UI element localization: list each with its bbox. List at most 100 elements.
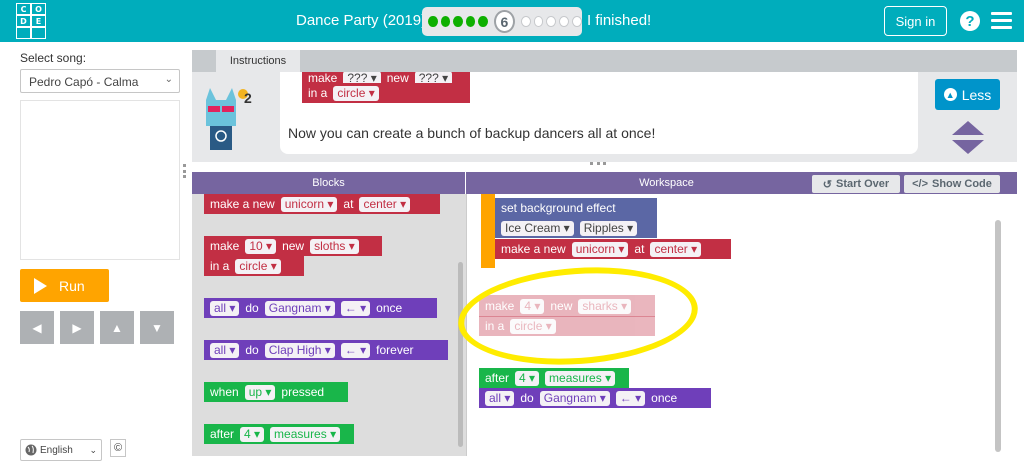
hint-count: 2 xyxy=(244,90,252,106)
help-icon[interactable]: ? xyxy=(960,11,980,31)
block-text: make a new xyxy=(210,197,275,211)
less-button[interactable]: ▲ Less xyxy=(935,79,1000,110)
level-dot-complete[interactable] xyxy=(428,16,438,27)
preview-make-block-row2: in a circle ▾ xyxy=(302,83,470,103)
block-field[interactable]: Gangnam ▾ xyxy=(264,300,335,316)
instructions-tab[interactable]: Instructions xyxy=(216,50,300,72)
block-field[interactable]: up ▾ xyxy=(244,384,276,400)
sign-in-button[interactable]: Sign in xyxy=(884,6,947,36)
palette-field[interactable]: Ice Cream ▾ xyxy=(501,220,574,236)
level-dot-complete[interactable] xyxy=(440,16,451,27)
make-count-block-row2[interactable]: in a circle ▾ xyxy=(204,256,304,276)
dance-visualization-area xyxy=(20,100,180,260)
block-text: in a xyxy=(210,259,230,273)
language-select[interactable]: English ⌄ xyxy=(20,439,102,461)
block-field[interactable]: all ▾ xyxy=(485,390,515,406)
when-pressed-block[interactable]: when up ▾ pressed xyxy=(204,382,348,402)
level-dot-incomplete[interactable] xyxy=(572,16,582,27)
right-arrow-button[interactable]: ▶ xyxy=(60,311,94,344)
all-do-once-block[interactable]: all ▾ do Gangnam ▾ ← ▾ once xyxy=(204,298,437,318)
effect-field[interactable]: Ripples ▾ xyxy=(579,220,638,236)
copyright-button[interactable]: © xyxy=(110,439,126,457)
background-effect-block[interactable]: set background effect xyxy=(495,198,657,218)
level-dot-complete[interactable] xyxy=(478,16,489,27)
block-text: do xyxy=(520,391,534,405)
level-progress: 6 xyxy=(422,7,582,36)
play-icon xyxy=(34,277,47,294)
horizontal-resize-handle[interactable] xyxy=(590,162,606,166)
block-field[interactable]: Clap High ▾ xyxy=(264,342,335,358)
block-text: in a xyxy=(308,86,328,100)
block-field[interactable]: unicorn ▾ xyxy=(571,241,629,257)
hamburger-menu-icon[interactable] xyxy=(991,12,1012,29)
workspace-after-block[interactable]: after 4 ▾ measures ▾ xyxy=(479,368,629,388)
finished-link[interactable]: I finished! xyxy=(587,12,651,29)
level-dot-complete[interactable] xyxy=(453,16,463,27)
code-icon: </> xyxy=(912,178,928,190)
up-arrow-button[interactable]: ▲ xyxy=(100,311,134,344)
block-field[interactable]: all ▾ xyxy=(210,342,240,358)
instruction-bubble: make ??? ▾ new ??? ▾ in a circle ▾ Now y… xyxy=(280,72,918,154)
run-button[interactable]: Run xyxy=(20,269,109,302)
block-field[interactable]: center ▾ xyxy=(650,241,702,257)
make-new-block[interactable]: make a new unicorn ▾ at center ▾ xyxy=(204,194,440,214)
block-field[interactable]: ← ▾ xyxy=(615,390,646,406)
level-dot-incomplete[interactable] xyxy=(559,16,570,27)
setup-block-connector[interactable] xyxy=(481,194,495,268)
block-field[interactable]: center ▾ xyxy=(359,196,411,212)
block-text: after xyxy=(485,371,510,385)
level-dot-incomplete[interactable] xyxy=(533,16,544,27)
block-field[interactable]: unicorn ▾ xyxy=(280,196,338,212)
song-select[interactable]: Pedro Capó - Calma ⌄ xyxy=(20,69,180,93)
level-dot-incomplete[interactable] xyxy=(520,16,531,27)
start-over-button[interactable]: ↺ Start Over xyxy=(812,175,900,193)
make-count-block[interactable]: make 10 ▾ new sloths ▾ xyxy=(204,236,382,256)
block-text: at xyxy=(343,197,354,211)
block-field[interactable]: 10 ▾ xyxy=(245,238,277,254)
block-field[interactable]: circle ▾ xyxy=(235,258,281,274)
code-logo[interactable]: C O D E xyxy=(16,3,46,39)
chevron-down-icon: ⌄ xyxy=(164,74,173,85)
run-label: Run xyxy=(59,277,85,294)
block-field[interactable]: measures ▾ xyxy=(270,426,341,442)
workspace-title: Workspace xyxy=(639,177,694,189)
toolbox-scrollbar[interactable] xyxy=(458,262,463,447)
block-text: new xyxy=(282,239,305,253)
block-text: do xyxy=(245,301,259,315)
block-field[interactable]: Gangnam ▾ xyxy=(539,390,610,406)
logo-letter xyxy=(16,27,31,39)
left-arrow-button[interactable]: ◀ xyxy=(20,311,54,344)
all-do-forever-block[interactable]: all ▾ do Clap High ▾ ← ▾ forever xyxy=(204,340,448,360)
block-field[interactable]: 4 ▾ xyxy=(240,426,265,442)
current-level-badge[interactable]: 6 xyxy=(494,10,515,33)
reset-icon: ↺ xyxy=(822,178,832,191)
down-arrow-button[interactable]: ▼ xyxy=(140,311,174,344)
block-field[interactable]: ← ▾ xyxy=(340,342,371,358)
level-dot-complete[interactable] xyxy=(465,16,476,27)
workspace-scrollbar[interactable] xyxy=(995,220,1001,452)
less-label: Less xyxy=(961,86,992,103)
level-dot-incomplete[interactable] xyxy=(546,16,557,27)
block-text: once xyxy=(651,391,678,405)
globe-icon xyxy=(25,444,37,456)
block-field[interactable]: 4 ▾ xyxy=(515,370,540,386)
after-measures-block[interactable]: after 4 ▾ measures ▾ xyxy=(204,424,354,444)
scroll-arrows-icon[interactable] xyxy=(952,121,984,154)
block-field[interactable]: ← ▾ xyxy=(340,300,371,316)
instructions-panel: Instructions 2 make ??? ▾ new ??? ▾ in a… xyxy=(192,50,1017,162)
blocks-title: Blocks xyxy=(312,177,345,189)
song-select-value: Pedro Capó - Calma xyxy=(29,75,139,89)
background-effect-block-row2[interactable]: Ice Cream ▾ Ripples ▾ xyxy=(495,218,657,238)
logo-letter: O xyxy=(31,3,46,15)
block-field[interactable]: all ▾ xyxy=(210,300,240,316)
block-text: forever xyxy=(376,343,414,357)
left-panel: Select song: Pedro Capó - Calma ⌄ Run ◀ … xyxy=(0,42,192,464)
block-text: make xyxy=(210,239,240,253)
workspace-all-do-block[interactable]: all ▾ do Gangnam ▾ ← ▾ once xyxy=(479,388,711,408)
show-code-button[interactable]: </> Show Code xyxy=(904,175,1000,193)
show-code-label: Show Code xyxy=(932,178,992,190)
block-field[interactable]: sloths ▾ xyxy=(310,238,359,254)
block-field[interactable]: measures ▾ xyxy=(545,370,616,386)
workspace-make-new-block[interactable]: make a new unicorn ▾ at center ▾ xyxy=(495,239,731,259)
panel-resize-handle[interactable] xyxy=(183,164,187,178)
